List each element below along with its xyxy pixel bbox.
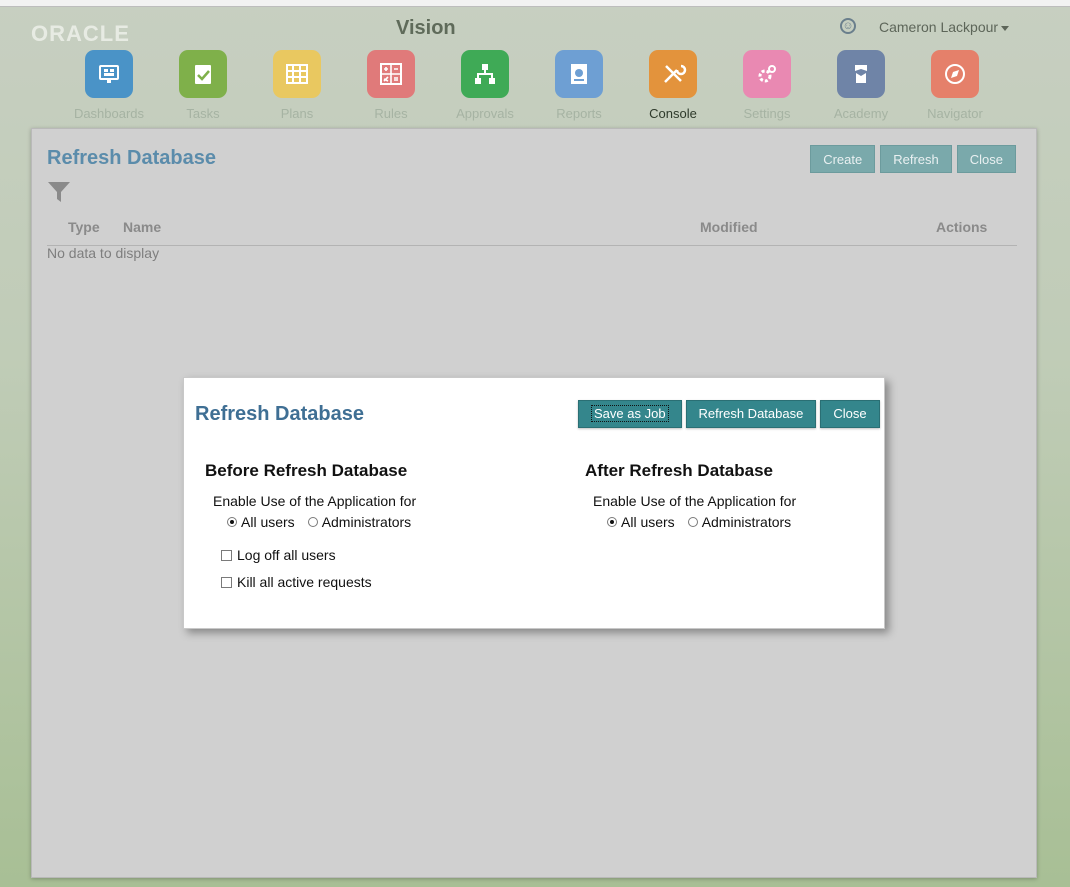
nav-label: Dashboards [73,106,145,121]
tasks-icon [179,50,227,98]
before-enable-radio-group: All users Administrators [227,514,424,530]
navigator-icon [931,50,979,98]
nav-label: Rules [374,106,408,121]
after-enable-radio-group: All users Administrators [607,514,804,530]
refresh-button[interactable]: Refresh [880,145,952,173]
refresh-database-dialog: Refresh Database Save as Job Refresh Dat… [183,377,885,629]
after-refresh-section: After Refresh Database Enable Use of the… [585,461,804,530]
nav-item-console[interactable]: Console [626,50,720,121]
before-refresh-section: Before Refresh Database Enable Use of th… [205,461,424,590]
dialog-close-button[interactable]: Close [820,400,880,428]
kill-requests-checkbox[interactable] [221,576,232,588]
user-menu[interactable]: Cameron Lackpour [879,19,1010,35]
column-name[interactable]: Name [123,219,161,235]
column-modified[interactable]: Modified [700,219,758,235]
panel-toolbar: Create Refresh Close [810,145,1016,173]
dialog-title: Refresh Database [195,403,364,425]
table-header: Type Name Modified Actions [47,219,1017,246]
nav-label: Reports [556,106,602,121]
save-as-job-label: Save as Job [591,405,669,422]
page-title: Refresh Database [47,147,216,169]
nav-label: Academy [833,106,889,121]
log-off-users-row: Log off all users [221,547,424,563]
close-button[interactable]: Close [956,145,1016,173]
after-enable-label: Enable Use of the Application for [593,493,797,509]
refresh-database-button[interactable]: Refresh Database [685,400,817,428]
nav-item-approvals[interactable]: Approvals [438,50,532,121]
dialog-toolbar: Save as Job Refresh Database Close [578,400,880,428]
plans-icon [273,50,321,98]
filter-icon[interactable] [47,180,71,204]
nav-item-settings[interactable]: Settings [720,50,814,121]
before-administrators-label: Administrators [321,514,412,530]
nav-label: Navigator [927,106,983,121]
before-enable-label: Enable Use of the Application for [213,493,417,509]
user-name: Cameron Lackpour [879,19,999,35]
save-as-job-button[interactable]: Save as Job [578,400,682,428]
kill-requests-label: Kill all active requests [237,574,372,590]
before-all-users-label: All users [241,514,295,530]
before-administrators-radio[interactable] [307,517,318,527]
nav-item-navigator[interactable]: Navigator [908,50,1002,121]
empty-table-message: No data to display [47,245,160,261]
after-all-users-label: All users [621,514,675,530]
nav-item-tasks[interactable]: Tasks [156,50,250,121]
after-administrators-label: Administrators [701,514,792,530]
chevron-down-icon [1001,25,1010,31]
academy-icon [837,50,885,98]
nav-label: Console [649,106,697,121]
nav-item-dashboards[interactable]: Dashboards [62,50,156,121]
approvals-icon [461,50,509,98]
reports-icon [555,50,603,98]
nav-label: Approvals [456,106,514,121]
nav-item-rules[interactable]: Rules [344,50,438,121]
nav-item-academy[interactable]: Academy [814,50,908,121]
browser-top-strip [0,0,1070,7]
accessibility-icon[interactable]: ☺ [840,18,856,34]
nav-label: Plans [280,106,314,121]
settings-icon [743,50,791,98]
column-actions: Actions [936,219,988,235]
before-refresh-heading: Before Refresh Database [205,461,408,480]
log-off-users-checkbox[interactable] [221,549,232,561]
log-off-users-label: Log off all users [237,547,336,563]
dashboards-icon [85,50,133,98]
create-button[interactable]: Create [810,145,876,173]
nav-label: Settings [743,106,791,121]
nav-label: Tasks [186,106,220,121]
rules-icon [367,50,415,98]
after-refresh-heading: After Refresh Database [585,461,774,480]
kill-requests-row: Kill all active requests [221,574,424,590]
nav-item-plans[interactable]: Plans [250,50,344,121]
column-type[interactable]: Type [68,219,100,235]
app-name: Vision [396,17,456,39]
oracle-logo: ORACLE [31,21,130,46]
nav-item-reports[interactable]: Reports [532,50,626,121]
after-administrators-radio[interactable] [687,517,698,527]
after-all-users-radio[interactable] [607,517,617,527]
console-icon [649,50,697,98]
before-all-users-radio[interactable] [227,517,237,527]
